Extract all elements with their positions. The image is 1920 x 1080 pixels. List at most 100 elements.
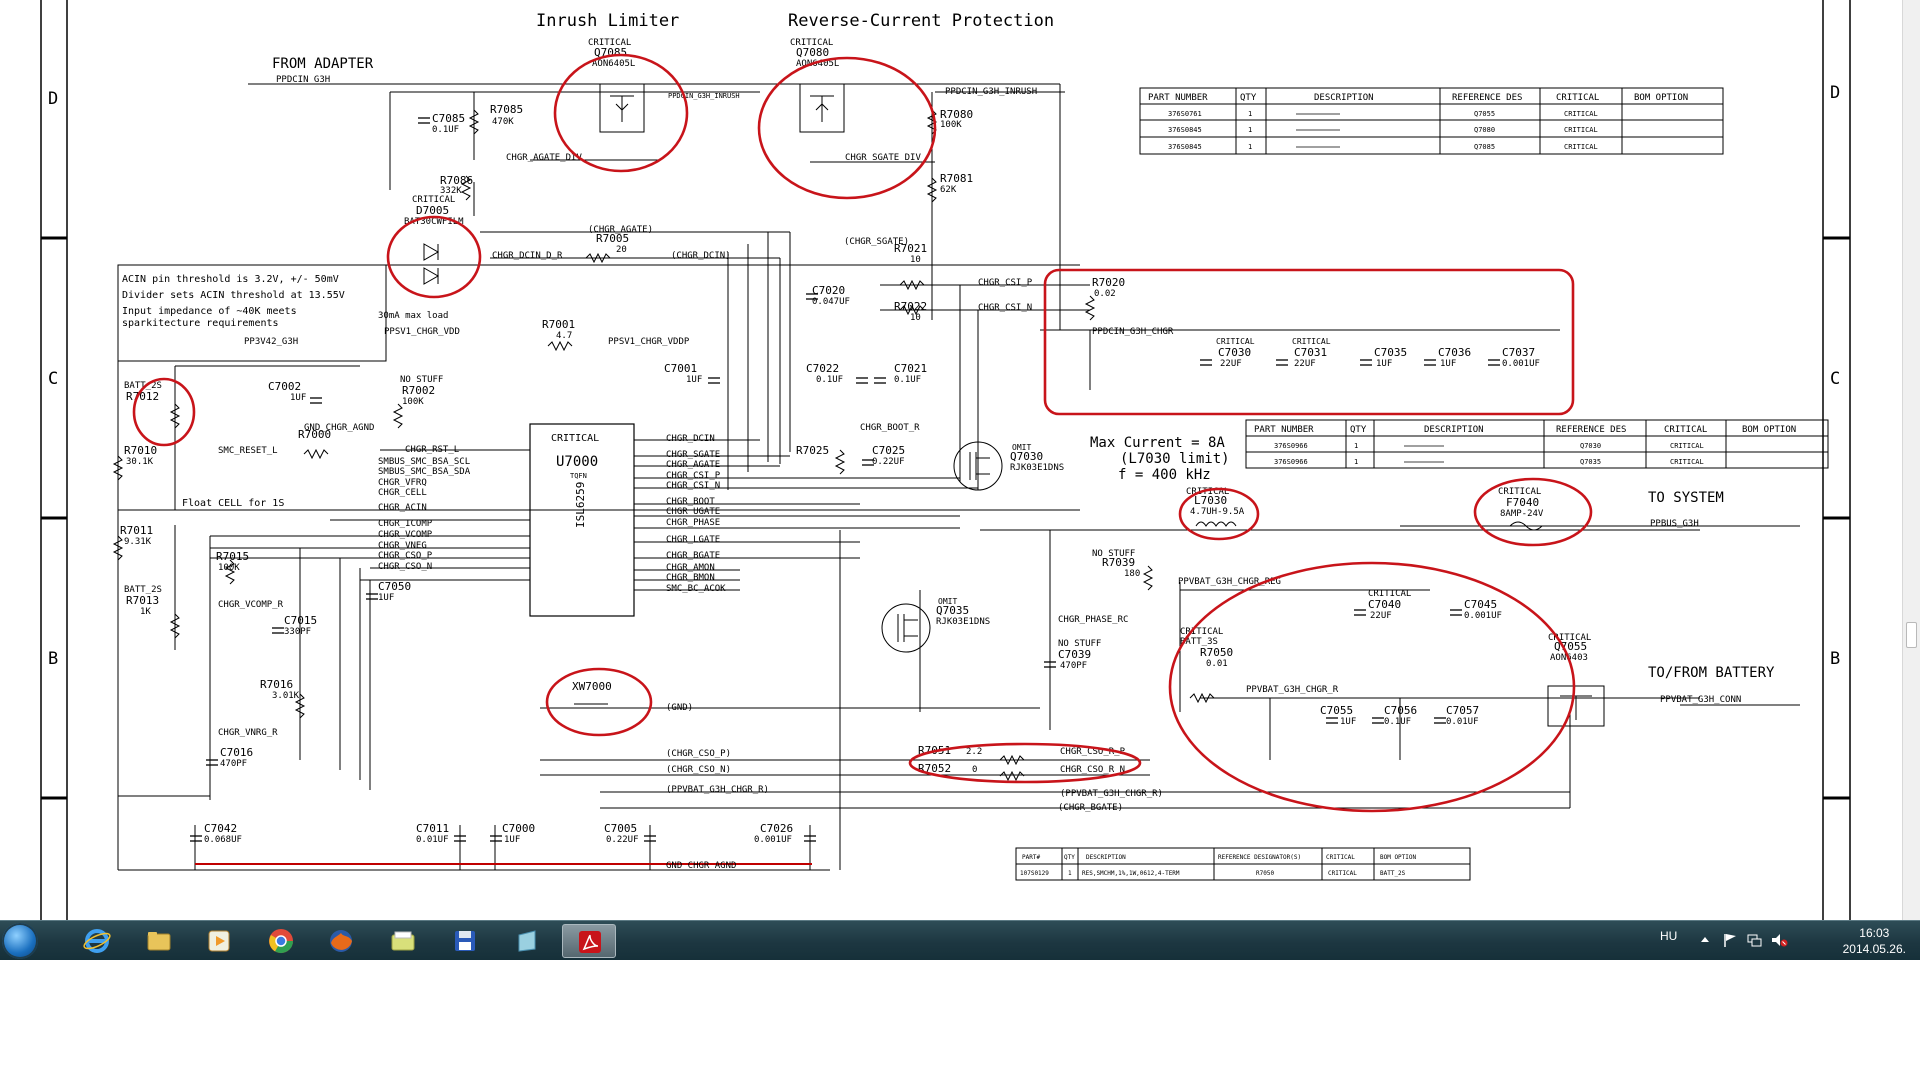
- sheet-frame: [40, 0, 1851, 920]
- svg-text:CHGR_RST_L: CHGR_RST_L: [405, 445, 459, 455]
- taskbar-acrobat-reader[interactable]: [562, 924, 616, 958]
- taskbar-folder-app[interactable]: [376, 924, 430, 958]
- zone-c-left: C: [48, 369, 58, 389]
- inductor-l7030: [1195, 521, 1237, 527]
- svg-text:2.2: 2.2: [966, 747, 982, 757]
- svg-text:PPDCIN_G3H_INRUSH: PPDCIN_G3H_INRUSH: [945, 87, 1037, 97]
- svg-text:0.01UF: 0.01UF: [416, 835, 449, 845]
- taskbar-firefox[interactable]: [314, 924, 368, 958]
- svg-text:R7002: R7002: [402, 384, 435, 397]
- svg-text:Q7085: Q7085: [1474, 143, 1495, 151]
- show-hidden-icons-icon[interactable]: [1700, 934, 1710, 944]
- svg-text:C7035: C7035: [1374, 346, 1407, 359]
- svg-text:F7040: F7040: [1506, 496, 1539, 509]
- svg-text:REFERENCE DES: REFERENCE DES: [1452, 93, 1522, 103]
- zone-d-right: D: [1830, 83, 1840, 103]
- taskbar-internet-explorer[interactable]: [70, 924, 124, 958]
- svg-text:CRITICAL: CRITICAL: [1664, 425, 1707, 435]
- scrollbar-thumb[interactable]: [1906, 622, 1917, 648]
- vertical-scrollbar[interactable]: [1902, 0, 1920, 920]
- svg-text:376S0845: 376S0845: [1168, 126, 1202, 134]
- svg-text:C7040: C7040: [1368, 598, 1401, 611]
- svg-text:1UF: 1UF: [504, 835, 520, 845]
- svg-text:CRITICAL: CRITICAL: [1670, 458, 1704, 466]
- svg-text:R7020: R7020: [1092, 276, 1125, 289]
- svg-text:CRITICAL: CRITICAL: [1564, 126, 1598, 134]
- svg-text:0: 0: [972, 765, 977, 775]
- svg-text:BOM OPTION: BOM OPTION: [1742, 425, 1796, 435]
- taskbar-notes-app[interactable]: [500, 924, 554, 958]
- note-frequency: f = 400 kHz: [1118, 467, 1211, 483]
- svg-text:CHGR_CSI_P: CHGR_CSI_P: [666, 471, 721, 481]
- svg-text:C7025: C7025: [872, 444, 905, 457]
- taskbar-chrome[interactable]: [254, 924, 308, 958]
- svg-text:R7012: R7012: [126, 390, 159, 403]
- svg-text:PPSV1_CHGR_VDD: PPSV1_CHGR_VDD: [384, 327, 460, 337]
- clock-time: 16:03: [1859, 926, 1890, 940]
- zone-d-left: D: [48, 89, 58, 109]
- svg-text:CHGR_BMON: CHGR_BMON: [666, 573, 715, 583]
- taskbar-file-explorer[interactable]: [132, 924, 186, 958]
- svg-text:0.22UF: 0.22UF: [606, 835, 639, 845]
- svg-text:C7042: C7042: [204, 822, 237, 835]
- action-center-flag-icon[interactable]: [1722, 932, 1738, 948]
- notes-folder-icon: [391, 931, 415, 951]
- svg-text:CHGR_PHASE: CHGR_PHASE: [666, 518, 720, 528]
- zone-b-right: B: [1830, 649, 1840, 669]
- svg-text:470PF: 470PF: [1060, 661, 1087, 671]
- svg-text:CHGR_CSI_N: CHGR_CSI_N: [666, 481, 720, 491]
- svg-text:(CHGR_DCIN): (CHGR_DCIN): [671, 251, 731, 261]
- svg-text:(GND): (GND): [666, 703, 693, 713]
- svg-text:CHGR_AGATE_DIV: CHGR_AGATE_DIV: [506, 153, 582, 163]
- taskbar-media-player[interactable]: [192, 924, 246, 958]
- svg-text:PART#: PART#: [1022, 854, 1040, 861]
- svg-text:R7013: R7013: [126, 594, 159, 607]
- svg-text:BOM OPTION: BOM OPTION: [1634, 93, 1688, 103]
- svg-text:1UF: 1UF: [378, 593, 394, 603]
- svg-text:(PPVBAT_G3H_CHGR_R): (PPVBAT_G3H_CHGR_R): [666, 785, 769, 795]
- svg-text:22UF: 22UF: [1370, 611, 1392, 621]
- svg-text:R7016: R7016: [260, 678, 293, 691]
- pdf-viewer[interactable]: D C B D C B Inrush Limiter Reverse-Curre…: [0, 0, 1920, 920]
- svg-text:1UF: 1UF: [686, 375, 702, 385]
- svg-text:1: 1: [1248, 143, 1252, 151]
- svg-text:CHGR_DCIN: CHGR_DCIN: [666, 434, 715, 444]
- svg-text:R7015: R7015: [216, 550, 249, 563]
- svg-text:REFERENCE DES: REFERENCE DES: [1556, 425, 1626, 435]
- svg-text:C7055: C7055: [1320, 704, 1353, 717]
- svg-text:DESCRIPTION: DESCRIPTION: [1424, 425, 1484, 435]
- svg-text:CRITICAL: CRITICAL: [1556, 93, 1599, 103]
- svg-text:C7016: C7016: [220, 746, 253, 759]
- svg-text:CHGR_UGATE: CHGR_UGATE: [666, 507, 720, 517]
- svg-text:C7050: C7050: [378, 580, 411, 593]
- svg-text:SMBUS_SMC_BSA_SCL: SMBUS_SMC_BSA_SCL: [378, 457, 470, 467]
- zone-b-left: B: [48, 649, 58, 669]
- svg-text:376S0966: 376S0966: [1274, 458, 1308, 466]
- svg-text:D7005: D7005: [416, 204, 449, 217]
- svg-text:376S0845: 376S0845: [1168, 143, 1202, 151]
- language-indicator[interactable]: HU: [1660, 929, 1677, 943]
- network-icon[interactable]: [1746, 932, 1762, 948]
- svg-text:PART NUMBER: PART NUMBER: [1148, 93, 1208, 103]
- svg-text:1: 1: [1248, 126, 1252, 134]
- svg-text:62K: 62K: [940, 185, 957, 195]
- svg-text:CRITICAL: CRITICAL: [1564, 110, 1598, 118]
- svg-text:330PF: 330PF: [284, 627, 311, 637]
- diode-d7005: [423, 243, 440, 285]
- svg-text:100K: 100K: [218, 563, 240, 573]
- start-button[interactable]: [2, 923, 38, 959]
- svg-text:(PPVBAT_G3H_CHGR_R): (PPVBAT_G3H_CHGR_R): [1060, 789, 1163, 799]
- clock[interactable]: 16:03 2014.05.26.: [1843, 925, 1906, 957]
- svg-text:C7020: C7020: [812, 284, 845, 297]
- volume-muted-icon[interactable]: [1770, 932, 1788, 948]
- svg-text:C7026: C7026: [760, 822, 793, 835]
- svg-text:R7050: R7050: [1256, 870, 1274, 877]
- windows-taskbar: HU 16:03 2014.05.26.: [0, 920, 1920, 960]
- mosfet-q7055: [1547, 685, 1605, 727]
- svg-text:RES,SMCHM,1%,1W,0612,4-TERM: RES,SMCHM,1%,1W,0612,4-TERM: [1082, 870, 1180, 877]
- svg-text:R7025: R7025: [796, 444, 829, 457]
- taskbar-save-app[interactable]: [438, 924, 492, 958]
- svg-text:100K: 100K: [402, 397, 424, 407]
- svg-text:4.7: 4.7: [556, 331, 572, 341]
- svg-text:R7010: R7010: [124, 444, 157, 457]
